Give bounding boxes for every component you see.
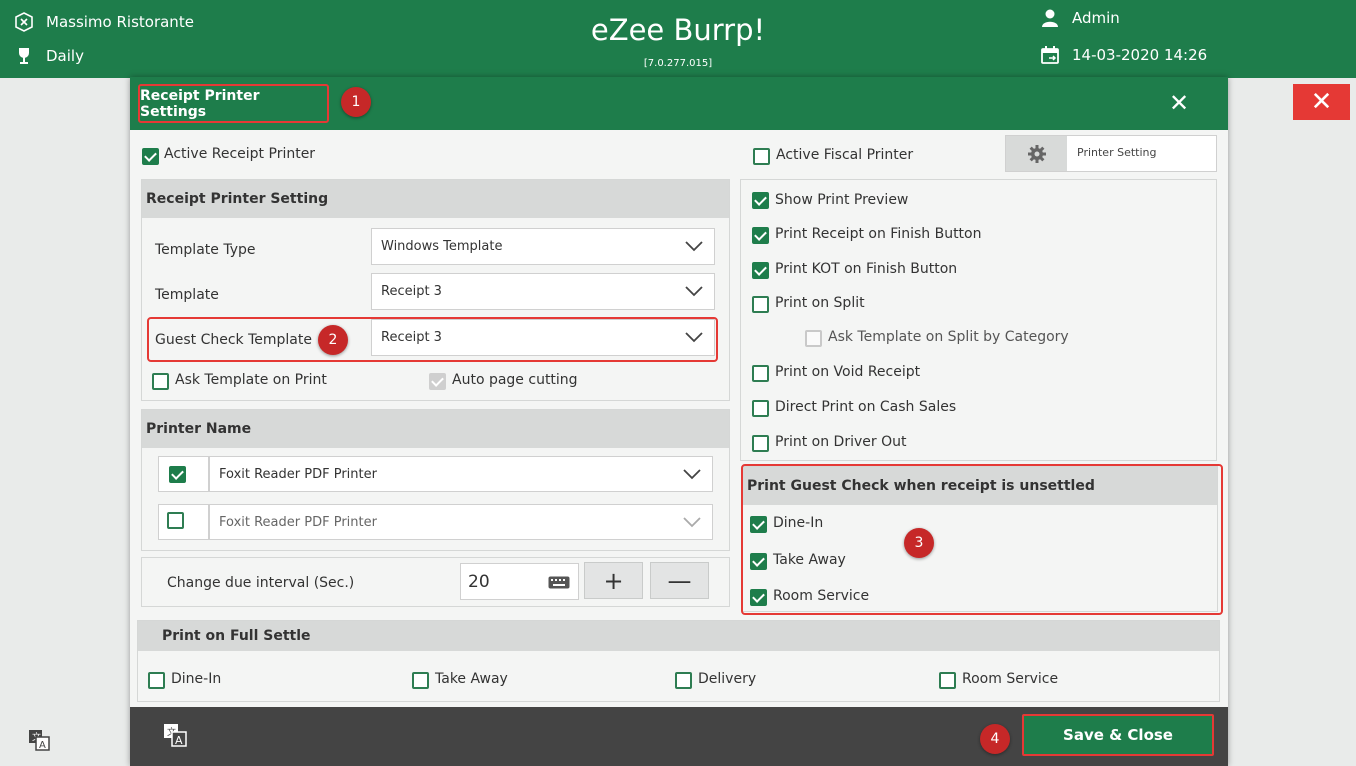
print-driver-out-checkbox[interactable] (752, 435, 769, 452)
app-title: eZee Burrp! (590, 13, 766, 47)
unsettled-dine-in-label: Dine-In (773, 515, 824, 531)
svg-text:A: A (175, 734, 183, 747)
user-icon (1040, 8, 1060, 28)
close-icon: ✕ (1310, 87, 1333, 117)
chevron-down-icon (683, 469, 701, 480)
chevron-down-icon (685, 286, 703, 297)
decrement-button[interactable]: — (650, 562, 709, 599)
step-badge-1: 1 (341, 87, 371, 117)
unsettled-room-service-label: Room Service (773, 588, 870, 604)
dialog-title: Receipt Printer Settings (138, 84, 329, 123)
template-type-label: Template Type (155, 242, 256, 258)
printer-2-name: Foxit Reader PDF Printer (219, 514, 377, 530)
user-info[interactable]: Admin (1040, 8, 1120, 28)
dialog-header: Receipt Printer Settings 1 ✕ (130, 77, 1228, 130)
print-void-receipt-checkbox[interactable] (752, 365, 769, 382)
direct-print-cash-checkbox[interactable] (752, 400, 769, 417)
full-settle-take-away-label: Take Away (435, 671, 508, 687)
datetime-label: 14-03-2020 14:26 (1072, 46, 1208, 64)
chevron-down-icon (685, 332, 703, 343)
full-settle-panel: Print on Full Settle (137, 620, 1220, 702)
change-due-input[interactable]: 20 (460, 563, 579, 600)
chevron-down-icon (685, 241, 703, 252)
printer-setting-button[interactable]: Printer Setting (1005, 135, 1217, 172)
gear-icon (1006, 136, 1067, 171)
printer-2-checkbox[interactable] (167, 512, 184, 529)
ask-template-on-print-checkbox[interactable] (152, 373, 169, 390)
chevron-down-icon (683, 517, 701, 528)
full-settle-heading: Print on Full Settle (138, 621, 1219, 651)
print-on-split-label: Print on Split (775, 295, 865, 311)
close-icon: ✕ (1168, 89, 1190, 117)
printer-1-select[interactable]: Foxit Reader PDF Printer (209, 456, 713, 492)
receipt-printer-dialog: Receipt Printer Settings 1 ✕ Active Rece… (130, 77, 1228, 766)
direct-print-cash-label: Direct Print on Cash Sales (775, 399, 957, 415)
save-close-button[interactable]: Save & Close (1022, 714, 1214, 756)
printer-1-checkbox[interactable] (169, 466, 186, 483)
guest-check-template-select[interactable]: Receipt 3 (371, 319, 715, 356)
full-settle-room-service-checkbox[interactable] (939, 672, 956, 689)
auto-page-cutting-checkbox (429, 373, 446, 390)
print-kot-finish-label: Print KOT on Finish Button (775, 261, 958, 277)
active-fiscal-printer-checkbox[interactable] (753, 148, 770, 165)
full-settle-take-away-checkbox[interactable] (412, 672, 429, 689)
unsettled-room-service-checkbox[interactable] (750, 589, 767, 606)
step-badge-2: 2 (318, 325, 348, 355)
guest-check-template-value: Receipt 3 (381, 330, 442, 345)
full-settle-delivery-label: Delivery (698, 671, 757, 687)
print-kot-finish-checkbox[interactable] (752, 262, 769, 279)
print-receipt-finish-label: Print Receipt on Finish Button (775, 226, 982, 242)
active-receipt-printer-label: Active Receipt Printer (164, 146, 316, 162)
language-icon[interactable]: 文A (163, 723, 187, 747)
printer-1-name: Foxit Reader PDF Printer (219, 466, 377, 482)
show-print-preview-label: Show Print Preview (775, 192, 909, 208)
print-driver-out-label: Print on Driver Out (775, 434, 907, 450)
keyboard-icon[interactable] (548, 576, 570, 589)
language-icon[interactable]: 文A (28, 729, 50, 751)
receipt-printer-setting-heading: Receipt Printer Setting (142, 180, 729, 218)
printer-setting-label: Printer Setting (1077, 146, 1157, 159)
active-fiscal-printer-label: Active Fiscal Printer (776, 147, 914, 163)
print-receipt-finish-checkbox[interactable] (752, 227, 769, 244)
template-label: Template (155, 287, 219, 303)
user-name: Admin (1072, 9, 1120, 27)
svg-text:A: A (39, 740, 46, 751)
print-options-panel (740, 179, 1217, 461)
template-value: Receipt 3 (381, 284, 442, 299)
unsettled-take-away-checkbox[interactable] (750, 553, 767, 570)
step-badge-4: 4 (980, 724, 1010, 754)
template-type-value: Windows Template (381, 239, 503, 254)
full-settle-room-service-label: Room Service (962, 671, 1059, 687)
auto-page-cutting-label: Auto page cutting (452, 372, 578, 388)
datetime-info: 14-03-2020 14:26 (1040, 45, 1207, 65)
ask-template-split-label: Ask Template on Split by Category (828, 329, 1069, 345)
increment-button[interactable]: + (584, 562, 643, 599)
printer-name-heading: Printer Name (142, 410, 729, 448)
print-on-split-checkbox[interactable] (752, 296, 769, 313)
unsettled-dine-in-checkbox[interactable] (750, 516, 767, 533)
active-receipt-printer-checkbox[interactable] (142, 148, 159, 165)
calendar-icon (1040, 45, 1060, 65)
change-due-value: 20 (468, 571, 490, 592)
unsettled-take-away-label: Take Away (773, 552, 846, 568)
ask-template-on-print-label: Ask Template on Print (175, 372, 327, 388)
printer-2-select[interactable]: Foxit Reader PDF Printer (209, 504, 713, 540)
full-settle-dine-in-checkbox[interactable] (148, 672, 165, 689)
template-select[interactable]: Receipt 3 (371, 273, 715, 310)
guest-check-template-label: Guest Check Template (155, 332, 312, 348)
full-settle-delivery-checkbox[interactable] (675, 672, 692, 689)
print-void-receipt-label: Print on Void Receipt (775, 364, 921, 380)
step-badge-3: 3 (904, 528, 934, 558)
change-due-label: Change due interval (Sec.) (167, 575, 355, 591)
dialog-footer: 文A 4 Save & Close (130, 707, 1228, 766)
top-header: Massimo Ristorante Daily eZee Burrp! [7.… (0, 0, 1356, 78)
outer-close-button[interactable]: ✕ (1293, 84, 1350, 120)
full-settle-dine-in-label: Dine-In (171, 671, 222, 687)
dialog-close-button[interactable]: ✕ (1166, 89, 1192, 117)
ask-template-split-checkbox[interactable] (805, 330, 822, 347)
show-print-preview-checkbox[interactable] (752, 192, 769, 209)
template-type-select[interactable]: Windows Template (371, 228, 715, 265)
